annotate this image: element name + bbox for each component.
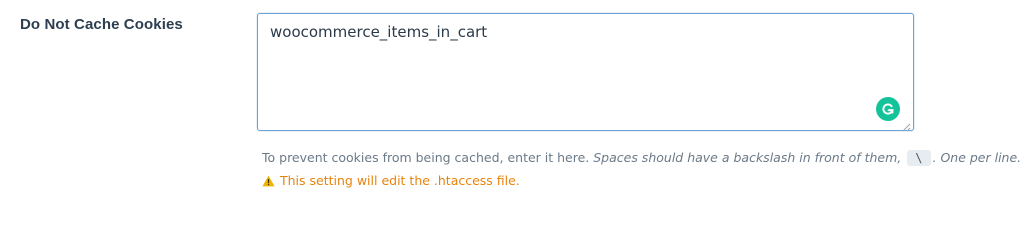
resize-handle-icon[interactable]	[902, 119, 911, 132]
field-label: Do Not Cache Cookies	[20, 16, 183, 33]
help-text: To prevent cookies from being cached, en…	[262, 150, 1021, 166]
backslash-code: \	[907, 150, 931, 166]
htaccess-warning: This setting will edit the .htaccess fil…	[262, 173, 520, 188]
help-text-italic-end: . One per line.	[932, 150, 1022, 165]
warning-text: This setting will edit the .htaccess fil…	[280, 173, 520, 188]
cookies-textarea[interactable]: woocommerce_items_in_cart	[258, 14, 913, 130]
help-text-plain: To prevent cookies from being cached, en…	[262, 150, 594, 165]
help-text-italic: Spaces should have a backslash in front …	[593, 150, 902, 165]
do-not-cache-cookies-setting: Do Not Cache Cookies woocommerce_items_i…	[0, 0, 1024, 207]
cookies-textarea-container[interactable]: woocommerce_items_in_cart	[257, 13, 914, 132]
grammarly-icon[interactable]	[876, 97, 900, 121]
warning-triangle-icon	[262, 175, 275, 187]
